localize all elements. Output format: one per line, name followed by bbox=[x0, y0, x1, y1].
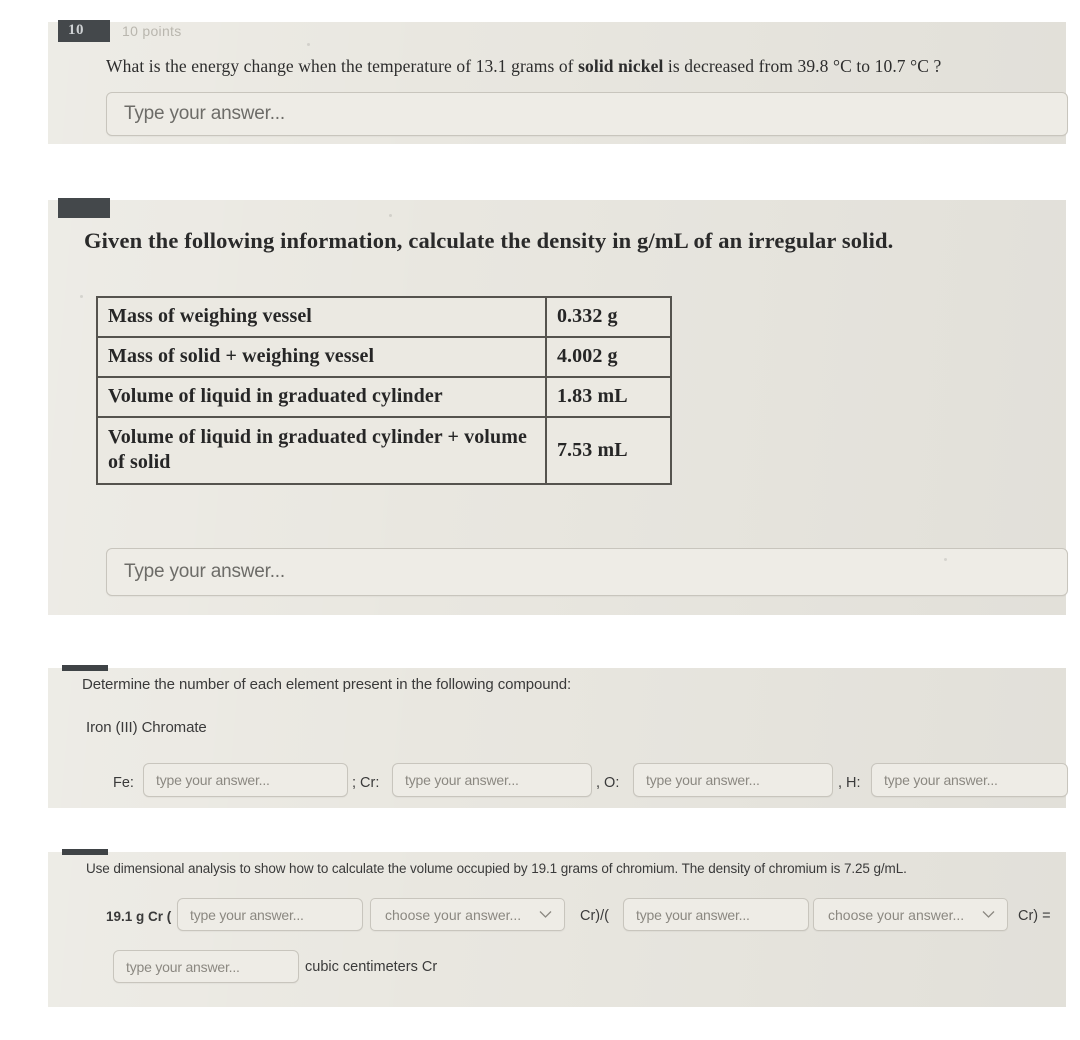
worksheet-page: 10 10 points What is the energy change w… bbox=[0, 0, 1080, 1040]
dimensional-result-input[interactable]: type your answer... bbox=[113, 950, 299, 983]
input-fe[interactable]: type your answer... bbox=[143, 763, 348, 797]
unit-label-4: cubic centimeters Cr bbox=[305, 959, 438, 975]
table-row: Mass of solid + weighing vessel 4.002 g bbox=[96, 336, 673, 378]
field-label-cr: ; Cr: bbox=[352, 775, 380, 791]
dimensional-select-2-placeholder: choose your answer... bbox=[828, 906, 965, 923]
table-cell-label: Mass of weighing vessel bbox=[96, 296, 547, 338]
question-marker-2 bbox=[58, 198, 110, 218]
answer-input-2-placeholder: Type your answer... bbox=[124, 561, 285, 582]
table-cell-value: 7.53 mL bbox=[544, 416, 673, 485]
input-fe-placeholder: type your answer... bbox=[156, 772, 270, 788]
question-marker-1 bbox=[58, 20, 110, 42]
dimensional-input-2[interactable]: type your answer... bbox=[623, 898, 809, 931]
answer-input-1[interactable]: Type your answer... bbox=[106, 92, 1068, 136]
table-cell-value: 4.002 g bbox=[544, 336, 673, 378]
dimensional-select-2[interactable]: choose your answer... bbox=[813, 898, 1008, 931]
field-label-fe: Fe: bbox=[113, 775, 134, 791]
question-marker-3 bbox=[62, 665, 108, 671]
dimensional-select-1[interactable]: choose your answer... bbox=[370, 898, 565, 931]
dimensional-result-placeholder: type your answer... bbox=[126, 958, 240, 975]
question-prompt-1: What is the energy change when the tempe… bbox=[106, 56, 941, 77]
input-cr-placeholder: type your answer... bbox=[405, 772, 519, 788]
table-cell-value: 0.332 g bbox=[544, 296, 673, 338]
lead-label-4: 19.1 g Cr ( bbox=[106, 909, 172, 924]
chevron-down-icon bbox=[534, 899, 556, 930]
table-cell-label: Volume of liquid in graduated cylinder +… bbox=[96, 416, 547, 485]
field-label-h: , H: bbox=[838, 775, 861, 791]
prompt-text-part1: What is the energy change when the tempe… bbox=[106, 56, 579, 76]
question-prompt-3: Determine the number of each element pre… bbox=[82, 676, 572, 693]
table-cell-label: Mass of solid + weighing vessel bbox=[96, 336, 547, 378]
prompt-text-bold: solid nickel bbox=[578, 56, 664, 76]
table-row: Mass of weighing vessel 0.332 g bbox=[96, 296, 673, 338]
compound-name-3: Iron (III) Chromate bbox=[86, 719, 207, 736]
end-label-4: Cr) = bbox=[1018, 908, 1051, 924]
input-o[interactable]: type your answer... bbox=[633, 763, 833, 797]
input-cr[interactable]: type your answer... bbox=[392, 763, 592, 797]
dimensional-input-2-placeholder: type your answer... bbox=[636, 906, 750, 923]
table-row: Volume of liquid in graduated cylinder +… bbox=[96, 416, 673, 485]
question-number-1: 10 bbox=[68, 22, 84, 38]
answer-input-2[interactable]: Type your answer... bbox=[106, 548, 1068, 596]
dimensional-input-1-placeholder: type your answer... bbox=[190, 906, 304, 923]
answer-input-1-placeholder: Type your answer... bbox=[124, 103, 285, 124]
dimensional-input-1[interactable]: type your answer... bbox=[177, 898, 363, 931]
density-data-table: Mass of weighing vessel 0.332 g Mass of … bbox=[96, 296, 673, 485]
dimensional-select-1-placeholder: choose your answer... bbox=[385, 906, 522, 923]
question-points-1: 10 points bbox=[122, 23, 182, 39]
question-prompt-4: Use dimensional analysis to show how to … bbox=[86, 861, 907, 876]
chevron-down-icon bbox=[977, 899, 999, 930]
input-o-placeholder: type your answer... bbox=[646, 772, 760, 788]
table-cell-value: 1.83 mL bbox=[544, 376, 673, 418]
field-label-o: , O: bbox=[596, 775, 620, 791]
input-h-placeholder: type your answer... bbox=[884, 772, 998, 788]
mid-label-4: Cr)/( bbox=[580, 908, 609, 924]
table-row: Volume of liquid in graduated cylinder 1… bbox=[96, 376, 673, 418]
question-marker-4 bbox=[62, 849, 108, 855]
input-h[interactable]: type your answer... bbox=[871, 763, 1068, 797]
question-heading-2: Given the following information, calcula… bbox=[84, 228, 894, 253]
prompt-text-part2: is decreased from 39.8 °C to 10.7 °C ? bbox=[663, 56, 942, 76]
table-cell-label: Volume of liquid in graduated cylinder bbox=[96, 376, 547, 418]
